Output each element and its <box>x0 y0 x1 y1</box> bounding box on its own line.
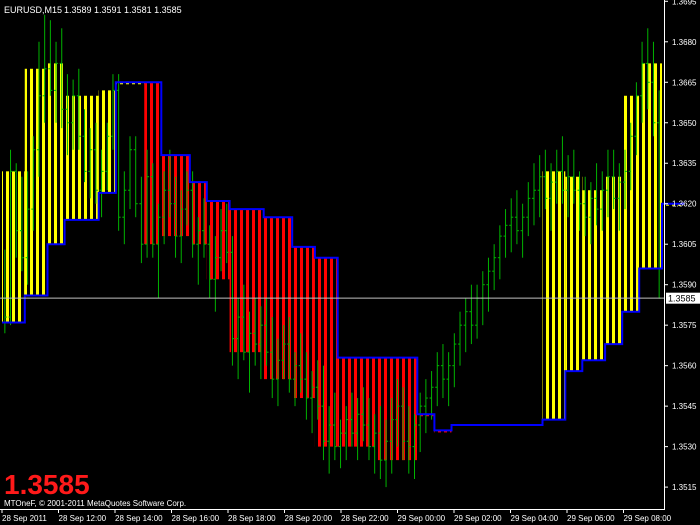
x-tick-label: 28 Sep 14:00 <box>115 514 163 523</box>
y-tick-label: 1.3515 <box>672 483 697 492</box>
x-tick-label: 29 Sep 04:00 <box>511 514 559 523</box>
y-tick-label: 1.3620 <box>672 200 697 209</box>
stair-fill-up <box>542 171 566 420</box>
x-tick-label: 28 Sep 2011 <box>2 514 47 523</box>
x-tick-label: 29 Sep 00:00 <box>398 514 446 523</box>
stair-fill-up <box>2 171 25 323</box>
x-tick-label: 28 Sep 22:00 <box>341 514 389 523</box>
stair-fill-up <box>24 68 48 296</box>
x-tick-label: 28 Sep 16:00 <box>172 514 220 523</box>
stair-fill-up <box>582 190 606 361</box>
stair-fill-down <box>206 201 230 280</box>
chart-header-ohlc: 1.3589 1.3591 1.3581 1.3585 <box>64 5 182 15</box>
stair-fill-up <box>639 63 662 269</box>
stair-fill-down <box>314 257 338 447</box>
x-tick-label: 28 Sep 18:00 <box>228 514 276 523</box>
y-tick-label: 1.3560 <box>672 362 697 371</box>
x-tick-label: 29 Sep 08:00 <box>624 514 672 523</box>
y-tick-label: 1.3530 <box>672 443 697 452</box>
y-tick-label: 1.3635 <box>672 159 697 168</box>
big-price-readout: 1.3585 <box>4 469 90 500</box>
y-tick-label: 1.3665 <box>672 78 697 87</box>
y-tick-label: 1.3575 <box>672 321 697 330</box>
y-tick-label: 1.3695 <box>672 0 697 6</box>
x-tick-label: 29 Sep 06:00 <box>567 514 615 523</box>
current-price-label: 1.3585 <box>668 294 696 304</box>
y-tick-label: 1.3545 <box>672 402 697 411</box>
copyright-text: MTOneF, © 2001-2011 MetaQuotes Software … <box>4 499 186 508</box>
y-tick-label: 1.3590 <box>672 281 697 290</box>
stair-fill-up <box>64 95 99 220</box>
chart-header-symbol: EURUSD,M15 <box>4 5 62 15</box>
y-tick-label: 1.3650 <box>672 119 697 128</box>
stair-fill-down <box>292 246 315 399</box>
x-tick-label: 28 Sep 12:00 <box>59 514 107 523</box>
x-tick-label: 29 Sep 02:00 <box>454 514 502 523</box>
y-tick-label: 1.3605 <box>672 240 697 249</box>
stair-fill-down <box>229 209 264 353</box>
x-tick-label: 28 Sep 20:00 <box>285 514 333 523</box>
chart-canvas[interactable]: 1.3695 1.3680 1.3665 1.3650 1.3635 1.3620 1.36… <box>0 0 700 525</box>
y-tick-label: 1.3680 <box>672 38 697 47</box>
